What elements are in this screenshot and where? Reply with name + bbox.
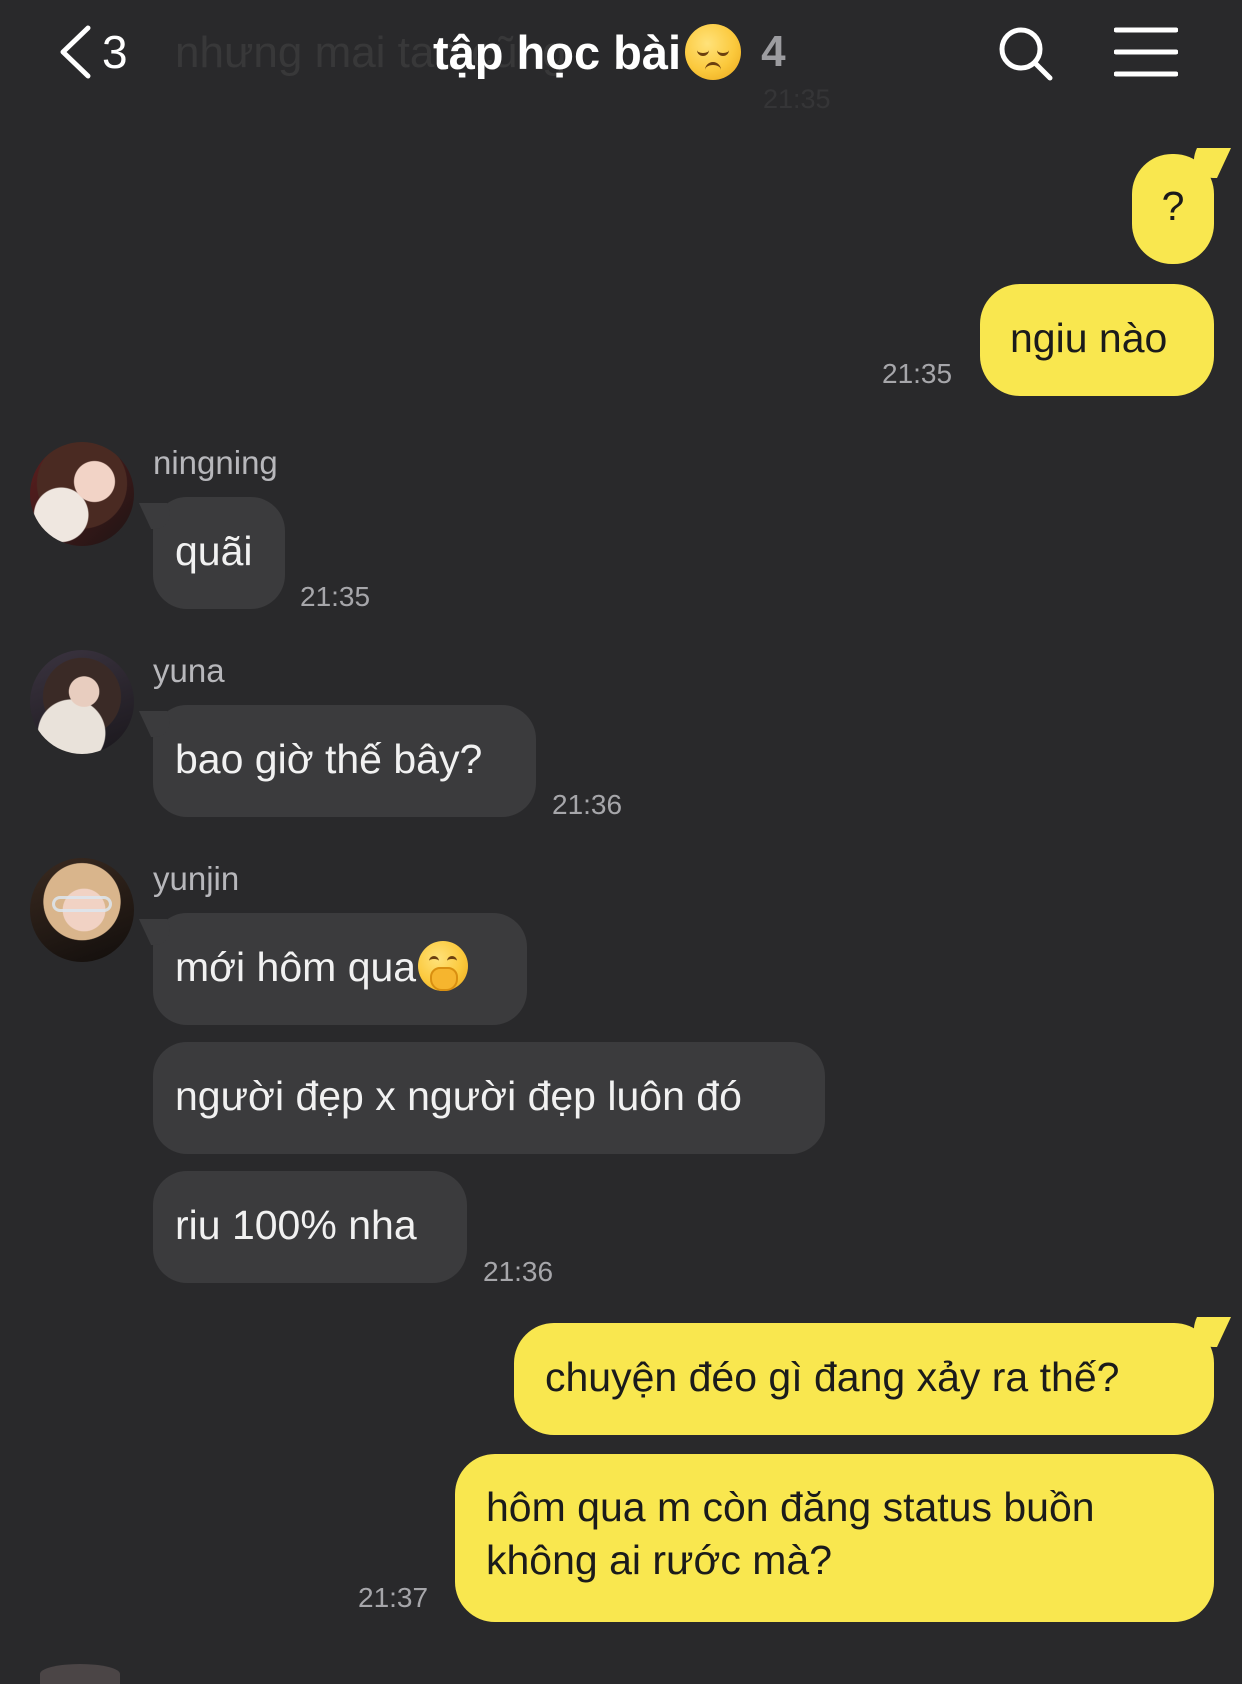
message-text: chuyện đéo gì đang xảy ra thế? (545, 1354, 1120, 1400)
bubble-tail (1183, 1317, 1231, 1347)
message-time: 21:37 (358, 1582, 429, 1613)
bubble-tail (1183, 148, 1231, 178)
message-text-line: không ai rước mà? (486, 1537, 833, 1583)
glasses-detail (52, 896, 112, 912)
search-button[interactable] (996, 24, 1056, 84)
message-bubble[interactable]: quãi (138, 497, 285, 609)
message-time: 21:35 (300, 581, 371, 612)
avatar-yunjin[interactable] (30, 858, 134, 962)
message-text: người đẹp x người đẹp luôn đó (175, 1073, 742, 1119)
back-button[interactable]: 3 (58, 22, 128, 82)
message-text: bao giờ thế bây? (175, 736, 483, 782)
chat-title: tập học bài (433, 25, 682, 79)
scrolled-message-preview-time: 21:35 (763, 84, 831, 114)
bubble-tail (138, 503, 180, 529)
message-bubble[interactable]: mới hôm qua (138, 913, 527, 1025)
sender-name: yunjin (153, 860, 240, 897)
hamburger-menu-icon (1113, 27, 1179, 77)
sender-name: ningning (153, 444, 278, 481)
my-message-bubble[interactable]: ? (1132, 148, 1231, 264)
member-count: 4 (761, 27, 786, 76)
message-text: quãi (175, 528, 253, 574)
message-text: riu 100% nha (175, 1202, 417, 1248)
unread-chats-count: 3 (102, 26, 128, 78)
chat-header: nhưng mai tao cũng 21:35 3 tập học bài 4 (0, 0, 1242, 114)
avatar-yuna[interactable] (30, 650, 134, 754)
message-time: 21:35 (882, 358, 953, 389)
face-with-hand-over-mouth-emoji-icon (418, 941, 469, 991)
message-bubble[interactable]: bao giờ thế bây? (138, 705, 536, 817)
message-time: 21:36 (483, 1256, 554, 1287)
message-bubble[interactable]: người đẹp x người đẹp luôn đó (153, 1042, 825, 1154)
message-time: 21:36 (552, 789, 623, 820)
bubble-tail (138, 919, 180, 945)
next-avatar-peek (40, 1664, 120, 1684)
pensive-face-emoji-icon (685, 24, 742, 80)
search-icon (999, 27, 1053, 81)
message-text-line: hôm qua m còn đăng status buồn (486, 1484, 1095, 1530)
chat-title-area[interactable]: tập học bài 4 (433, 20, 786, 84)
avatar-ningning[interactable] (30, 442, 134, 546)
my-message-bubble[interactable]: hôm qua m còn đăng status buồn không ai … (455, 1454, 1214, 1622)
my-message-bubble[interactable]: ngiu nào (980, 284, 1214, 396)
message-text: ? (1161, 183, 1185, 229)
chevron-left-icon (60, 25, 91, 79)
message-bubble[interactable]: riu 100% nha (153, 1171, 467, 1283)
message-text: mới hôm qua (175, 944, 417, 990)
my-message-bubble[interactable]: chuyện đéo gì đang xảy ra thế? (514, 1317, 1231, 1435)
bubble-tail (138, 711, 180, 737)
message-text: ngiu nào (1010, 315, 1168, 361)
sender-name: yuna (153, 652, 225, 689)
menu-button[interactable] (1113, 24, 1179, 80)
